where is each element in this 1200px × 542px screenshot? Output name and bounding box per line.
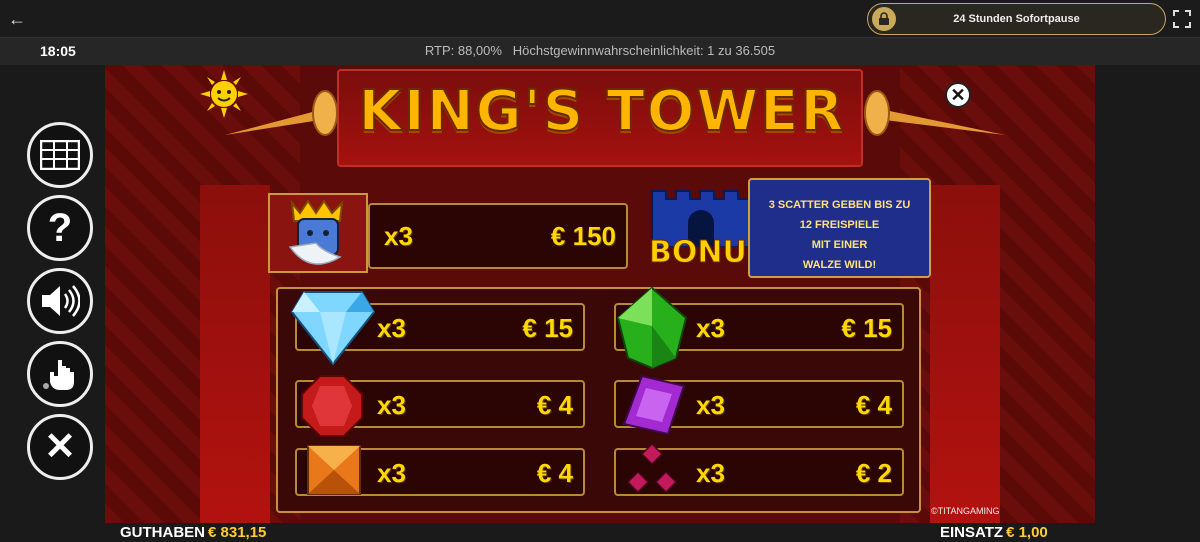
bet-value: € 1,00 — [1006, 524, 1048, 541]
provider-logo: ©TITANGAMING — [931, 506, 1000, 516]
purple-gem-icon — [622, 374, 686, 436]
bonus-line-1: 3 SCATTER GEBEN BIS ZU — [768, 199, 911, 211]
rtp-info: RTP: 88,00% Höchstgewinnwahrscheinlichke… — [424, 43, 776, 58]
king-icon — [288, 199, 344, 265]
pause-button[interactable]: 24 Stunden Sofortpause — [867, 3, 1166, 35]
balance-value: € 831,15 — [208, 524, 267, 541]
balance: GUTHABEN € 831,15 — [120, 524, 266, 541]
triple-ruby-icon — [626, 442, 678, 494]
paytable-amount: € 4 — [536, 458, 573, 488]
paytable-amount: € 2 — [855, 458, 892, 488]
paytable-amount: € 15 — [841, 313, 892, 343]
left-banner — [200, 185, 270, 523]
lock-icon — [872, 7, 896, 31]
balance-label: GUTHABEN — [120, 524, 205, 541]
pause-label: 24 Stunden Sofortpause — [953, 13, 1080, 25]
close-paytable-button[interactable]: ✕ — [945, 82, 971, 108]
info-bar: 18:05 RTP: 88,00% Höchstgewinnwahrschein… — [0, 38, 1200, 65]
paytable-amount: € 15 — [522, 313, 573, 343]
touch-button[interactable] — [27, 341, 93, 407]
right-trumpet-icon — [864, 90, 1005, 136]
touch-icon — [43, 360, 74, 390]
paytable-grid-icon — [40, 140, 80, 170]
bonus-description: 3 SCATTER GEBEN BIS ZU 12 FREISPIELE MIT… — [748, 178, 931, 278]
king-multiplier: x3 — [384, 221, 413, 251]
title-banner: KING'S TOWER — [337, 69, 863, 167]
orange-gem-icon — [307, 445, 361, 495]
help-icon: ? — [47, 206, 73, 250]
paytable-multiplier: x3 — [377, 458, 406, 488]
bonus-line-2: 12 FREISPIELE — [799, 219, 880, 231]
paytable-amount: € 4 — [536, 390, 573, 420]
king-symbol — [268, 193, 368, 273]
red-gem-icon — [301, 375, 363, 437]
paytable-multiplier: x3 — [696, 458, 725, 488]
left-trumpet-icon — [225, 90, 338, 136]
game-title: KING'S TOWER — [358, 78, 846, 145]
bet: EINSATZ € 1,00 — [940, 524, 1048, 541]
fullscreen-icon[interactable] — [1172, 9, 1192, 29]
paytable-amount: € 4 — [855, 390, 892, 420]
king-amount: € 150 — [550, 221, 616, 251]
paytable-multiplier: x3 — [377, 313, 406, 343]
top-bar: ← 24 Stunden Sofortpause — [0, 0, 1200, 38]
exit-button[interactable]: ✕ — [27, 414, 93, 480]
arrow-left-icon[interactable]: ← — [6, 8, 28, 30]
king-payout-row: x3 € 150 — [368, 203, 628, 269]
right-banner — [930, 185, 1000, 523]
sound-icon — [42, 285, 80, 317]
bet-label: EINSATZ — [940, 524, 1004, 541]
sound-button[interactable] — [27, 268, 93, 334]
paytable-multiplier: x3 — [377, 390, 406, 420]
paytable-multiplier: x3 — [696, 313, 725, 343]
bonus-line-4: WALZE WILD! — [802, 259, 877, 271]
help-button[interactable]: ? — [27, 195, 93, 261]
close-icon: ✕ — [44, 426, 76, 468]
bonus-line-3: MIT EINER — [811, 239, 868, 251]
paytable-multiplier: x3 — [696, 390, 725, 420]
paytable-button[interactable] — [27, 122, 93, 188]
diamond-icon — [290, 291, 376, 366]
green-gem-icon — [616, 286, 688, 370]
bottom-bar: GUTHABEN € 831,15 EINSATZ € 1,00 — [0, 523, 1200, 542]
